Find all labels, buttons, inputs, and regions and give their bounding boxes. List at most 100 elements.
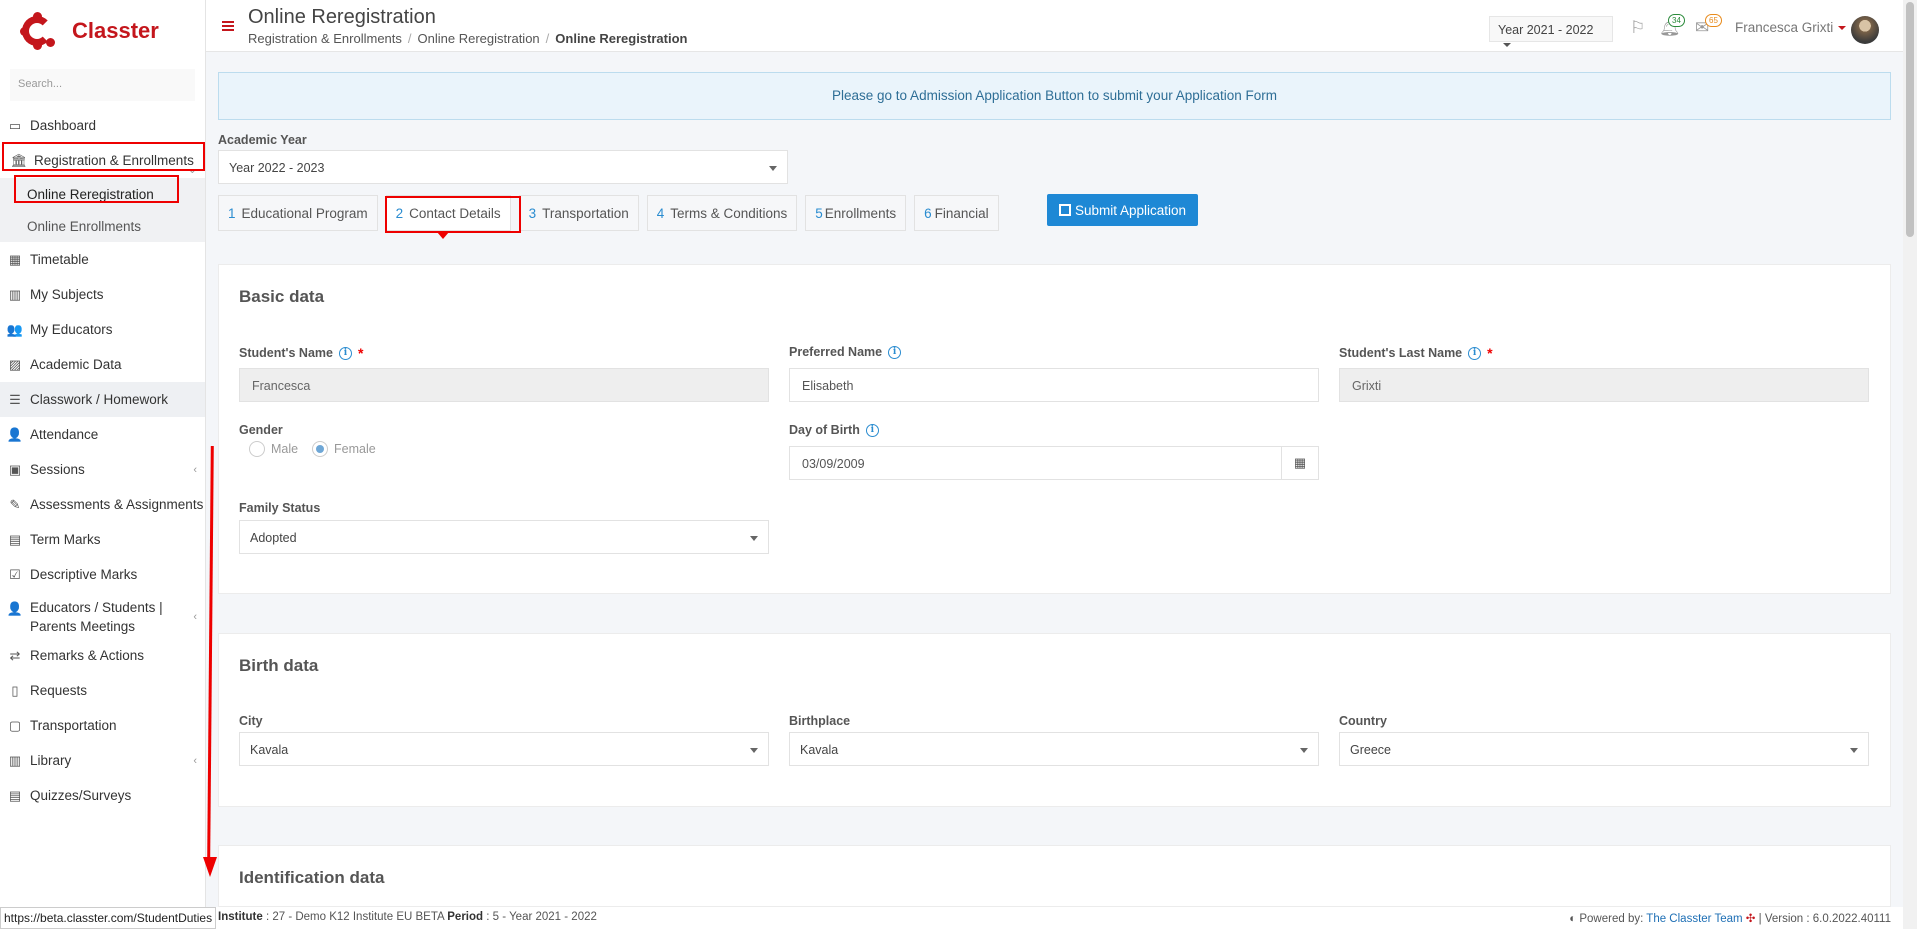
footer-powered: ◐ Powered by: The Classter Team ✣ | Vers… — [1569, 913, 1891, 925]
tab-educational-program[interactable]: 1 Educational Program — [218, 195, 378, 231]
sidebar-item-quizzes[interactable]: ▤ Quizzes/Surveys — [0, 778, 205, 813]
meeting-icon: 👤 — [6, 600, 24, 616]
sidebar-item-requests[interactable]: ▯ Requests — [0, 673, 205, 708]
caret-down-icon — [1300, 748, 1308, 753]
gender-male-option[interactable]: Male — [249, 441, 298, 457]
scrollbar[interactable] — [1903, 0, 1917, 929]
caret-down-icon — [1850, 748, 1858, 753]
last-name-field[interactable]: Grixti — [1339, 368, 1869, 402]
scrollbar-thumb[interactable] — [1906, 2, 1914, 237]
submit-application-button[interactable]: Submit Application — [1047, 194, 1198, 226]
classter-small-icon: ◐ — [1569, 913, 1577, 925]
flag-icon[interactable]: ⚐ — [1630, 18, 1645, 38]
sidebar-item-my-educators[interactable]: 👥 My Educators — [0, 312, 205, 347]
sidebar-item-classwork[interactable]: ☰ Classwork / Homework — [0, 382, 205, 417]
shuffle-icon: ⇄ — [9, 647, 21, 663]
dob-label: Day of Birth i — [789, 423, 879, 437]
gender-female-option[interactable]: Female — [312, 441, 376, 457]
caret-down-icon — [1503, 42, 1511, 47]
sidebar-item-assessments[interactable]: ✎ Assessments & Assignments — [0, 487, 205, 522]
edit-icon: ✎ — [9, 496, 21, 512]
logo[interactable]: Classter — [0, 0, 205, 62]
radio-female[interactable] — [312, 441, 328, 457]
status-bar-url: https://beta.classter.com/StudentDuties — [0, 907, 217, 929]
annotation-arrow-head — [203, 857, 217, 877]
messages-badge: 65 — [1705, 14, 1722, 27]
year-select[interactable]: Year 2021 - 2022 — [1489, 16, 1613, 47]
logo-text: Classter — [72, 18, 159, 43]
sidebar-item-sessions[interactable]: ▣ Sessions ‹ — [0, 452, 205, 487]
academic-year-select[interactable]: Year 2022 - 2023 — [218, 150, 788, 184]
classter-logo-icon: ✣ — [1745, 913, 1756, 925]
search-input[interactable]: Search... — [10, 69, 195, 101]
users-icon: 👥 — [6, 321, 24, 337]
menu-icon[interactable] — [222, 21, 234, 31]
info-icon[interactable]: i — [338, 346, 352, 360]
sidebar-item-academic-data[interactable]: ▨ Academic Data — [0, 347, 205, 382]
page-title: Online Reregistration — [248, 6, 436, 28]
radio-male[interactable] — [249, 441, 265, 457]
highlight-online-reregistration — [14, 175, 179, 203]
sidebar-item-descriptive-marks[interactable]: ☑ Descriptive Marks — [0, 557, 205, 592]
city-label: City — [239, 714, 263, 728]
student-name-field[interactable]: Francesca — [239, 368, 769, 402]
tab-terms-conditions[interactable]: 4 Terms & Conditions — [646, 195, 798, 231]
list-icon: ☰ — [9, 391, 21, 407]
sidebar-item-dashboard[interactable]: ▭ Dashboard — [0, 108, 205, 143]
sidebar-item-attendance[interactable]: 👤 Attendance — [0, 417, 205, 452]
breadcrumb-current: Online Reregistration — [555, 31, 688, 46]
student-name-label: Student's Name i * — [239, 345, 364, 361]
academic-year-label: Academic Year — [218, 133, 307, 147]
sidebar: Classter Search... ▭ Dashboard 🏛 Registr… — [0, 0, 206, 929]
user-menu[interactable]: Francesca Grixti — [1735, 20, 1847, 35]
library-icon: ▥ — [8, 752, 22, 768]
laptop-icon: ▭ — [8, 117, 22, 133]
user-check-icon: 👤 — [6, 426, 24, 442]
chevron-left-icon: ‹ — [193, 463, 197, 476]
dob-field[interactable]: 03/09/2009 — [789, 446, 1282, 480]
country-select[interactable]: Greece — [1339, 732, 1869, 766]
caret-down-icon — [750, 748, 758, 753]
bus-icon: ▢ — [8, 717, 22, 733]
classter-logo-icon — [18, 12, 56, 50]
sidebar-item-transportation[interactable]: ▢ Transportation — [0, 708, 205, 743]
info-icon[interactable]: i — [888, 345, 902, 359]
sidebar-item-term-marks[interactable]: ▤ Term Marks — [0, 522, 205, 557]
calendar-icon[interactable]: ▦ — [1281, 446, 1319, 480]
sidebar-item-remarks[interactable]: ⇄ Remarks & Actions — [0, 638, 205, 673]
caret-down-icon — [769, 166, 777, 171]
sidebar-nav: ▭ Dashboard 🏛 Registration & Enrollments… — [0, 108, 205, 813]
chart-icon: ▨ — [8, 356, 22, 372]
annotation-arrow — [207, 445, 214, 859]
breadcrumb-item[interactable]: Registration & Enrollments — [248, 31, 402, 46]
tab-transportation[interactable]: 3 Transportation — [518, 195, 639, 231]
info-icon[interactable]: i — [1468, 346, 1482, 360]
city-select[interactable]: Kavala — [239, 732, 769, 766]
classter-team-link[interactable]: The Classter Team — [1646, 913, 1742, 925]
sidebar-item-library[interactable]: ▥ Library ‹ — [0, 743, 205, 778]
info-notice: Please go to Admission Application Butto… — [218, 72, 1891, 120]
breadcrumb-item[interactable]: Online Reregistration — [418, 31, 540, 46]
tab-financial[interactable]: 6 Financial — [914, 195, 999, 231]
sidebar-item-my-subjects[interactable]: ▥ My Subjects — [0, 277, 205, 312]
sidebar-item-meetings[interactable]: 👤 Educators / Students | Parents Meeting… — [0, 592, 205, 638]
required-marker: * — [1487, 345, 1493, 361]
calendar-icon: ▦ — [8, 251, 22, 267]
tab-enrollments[interactable]: 5 Enrollments — [805, 195, 907, 231]
family-status-label: Family Status — [239, 501, 321, 515]
book-icon: ▥ — [8, 286, 22, 302]
section-title: Birth data — [239, 656, 319, 675]
presentation-icon: ▣ — [8, 461, 22, 477]
avatar[interactable] — [1851, 16, 1879, 44]
sidebar-subitem-online-enrollments[interactable]: Online Enrollments — [0, 210, 205, 242]
preferred-name-field[interactable]: Elisabeth — [789, 368, 1319, 402]
notifications-badge: 34 — [1668, 14, 1685, 27]
footer: Institute : 27 - Demo K12 Institute EU B… — [0, 907, 1903, 929]
birthplace-label: Birthplace — [789, 714, 851, 728]
sidebar-item-timetable[interactable]: ▦ Timetable — [0, 242, 205, 277]
birthplace-select[interactable]: Kavala — [789, 732, 1319, 766]
section-title: Basic data — [239, 287, 325, 306]
info-icon[interactable]: i — [865, 423, 879, 437]
last-name-label: Student's Last Name i * — [1339, 345, 1493, 361]
family-status-select[interactable]: Adopted — [239, 520, 769, 554]
